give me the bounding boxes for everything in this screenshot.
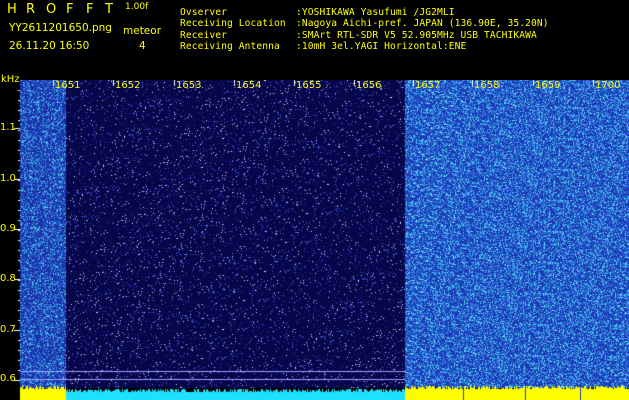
app-title-letter: H [7, 2, 17, 17]
x-tick-label: 1656 [356, 80, 382, 91]
x-tick-label: 1651 [55, 80, 81, 91]
x-tick-label: 1700 [595, 80, 621, 91]
y-tick-label: 0.9 [0, 223, 16, 234]
station-label: Receiving Location [180, 18, 286, 29]
date-time: 26.11.20 16:50 [9, 40, 90, 52]
station-label: Ovserver [180, 7, 228, 18]
station-value: :SMArt RTL-SDR V5 52.905MHz USB TACHIKAW… [296, 30, 537, 41]
y-tick-label: 0.7 [0, 324, 16, 335]
x-tick-label: 1659 [535, 80, 561, 91]
station-value: :10mH 3el.YAGI Horizontal:ENE [296, 41, 467, 52]
app-title-letter: F [86, 2, 94, 17]
app-version: 1.00f [125, 2, 149, 12]
event-count: 4 [139, 40, 146, 52]
file-name: YY2611201650.png [9, 22, 112, 34]
y-tick-label: 0.6 [0, 373, 16, 384]
app-title-letter: O [46, 2, 57, 17]
y-tick-label: 1.1 [0, 122, 16, 133]
app-title-letter: F [66, 2, 74, 17]
station-label: Receiving Antenna [180, 41, 280, 52]
event-label: meteor [123, 25, 162, 37]
app-title-letter: R [26, 2, 36, 17]
station-label: Receiver [180, 30, 228, 41]
x-tick-label: 1657 [415, 80, 441, 91]
x-tick-label: 1652 [115, 80, 141, 91]
y-tick-label: 0.8 [0, 273, 16, 284]
x-tick-label: 1654 [236, 80, 262, 91]
station-value: :Nagoya Aichi-pref. JAPAN (136.90E, 35.2… [296, 18, 549, 29]
x-tick-label: 1653 [176, 80, 202, 91]
y-tick-label: 1.0 [0, 173, 16, 184]
x-tick-label: 1658 [474, 80, 500, 91]
x-tick-label: 1655 [296, 80, 322, 91]
y-axis-unit: kHz [1, 74, 20, 85]
station-value: :YOSHIKAWA Yasufumi /JG2MLI [296, 7, 455, 18]
app-title-letter: T [105, 2, 113, 17]
spectrogram-display [0, 80, 629, 400]
header-panel: H R O F F T 1.00f YY2611201650.png meteo… [0, 0, 629, 80]
